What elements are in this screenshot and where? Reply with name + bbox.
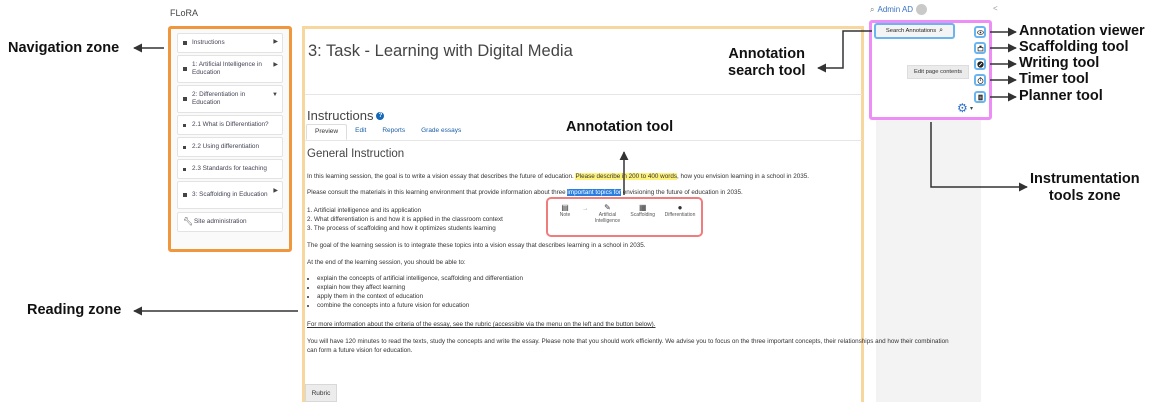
label-planner-tool: Planner tool bbox=[1019, 88, 1103, 104]
label-annotation-search: Annotation search tool bbox=[728, 46, 806, 79]
label-timer-tool: Timer tool bbox=[1019, 71, 1089, 87]
label-navigation-zone: Navigation zone bbox=[8, 40, 120, 56]
label-scaffolding-tool: Scaffolding tool bbox=[1019, 39, 1129, 55]
annotation-arrows bbox=[133, 27, 1028, 316]
label-reading-zone: Reading zone bbox=[27, 302, 122, 318]
annotation-search-arrow bbox=[817, 30, 872, 73]
label-writing-tool: Writing tool bbox=[1019, 55, 1100, 71]
label-annotation-viewer: Annotation viewer bbox=[1019, 23, 1145, 39]
instrumentation-arrow bbox=[930, 122, 1028, 192]
label-annotation-tool: Annotation tool bbox=[566, 119, 674, 135]
label-instrumentation-zone: Instrumentation tools zone bbox=[1030, 171, 1140, 204]
